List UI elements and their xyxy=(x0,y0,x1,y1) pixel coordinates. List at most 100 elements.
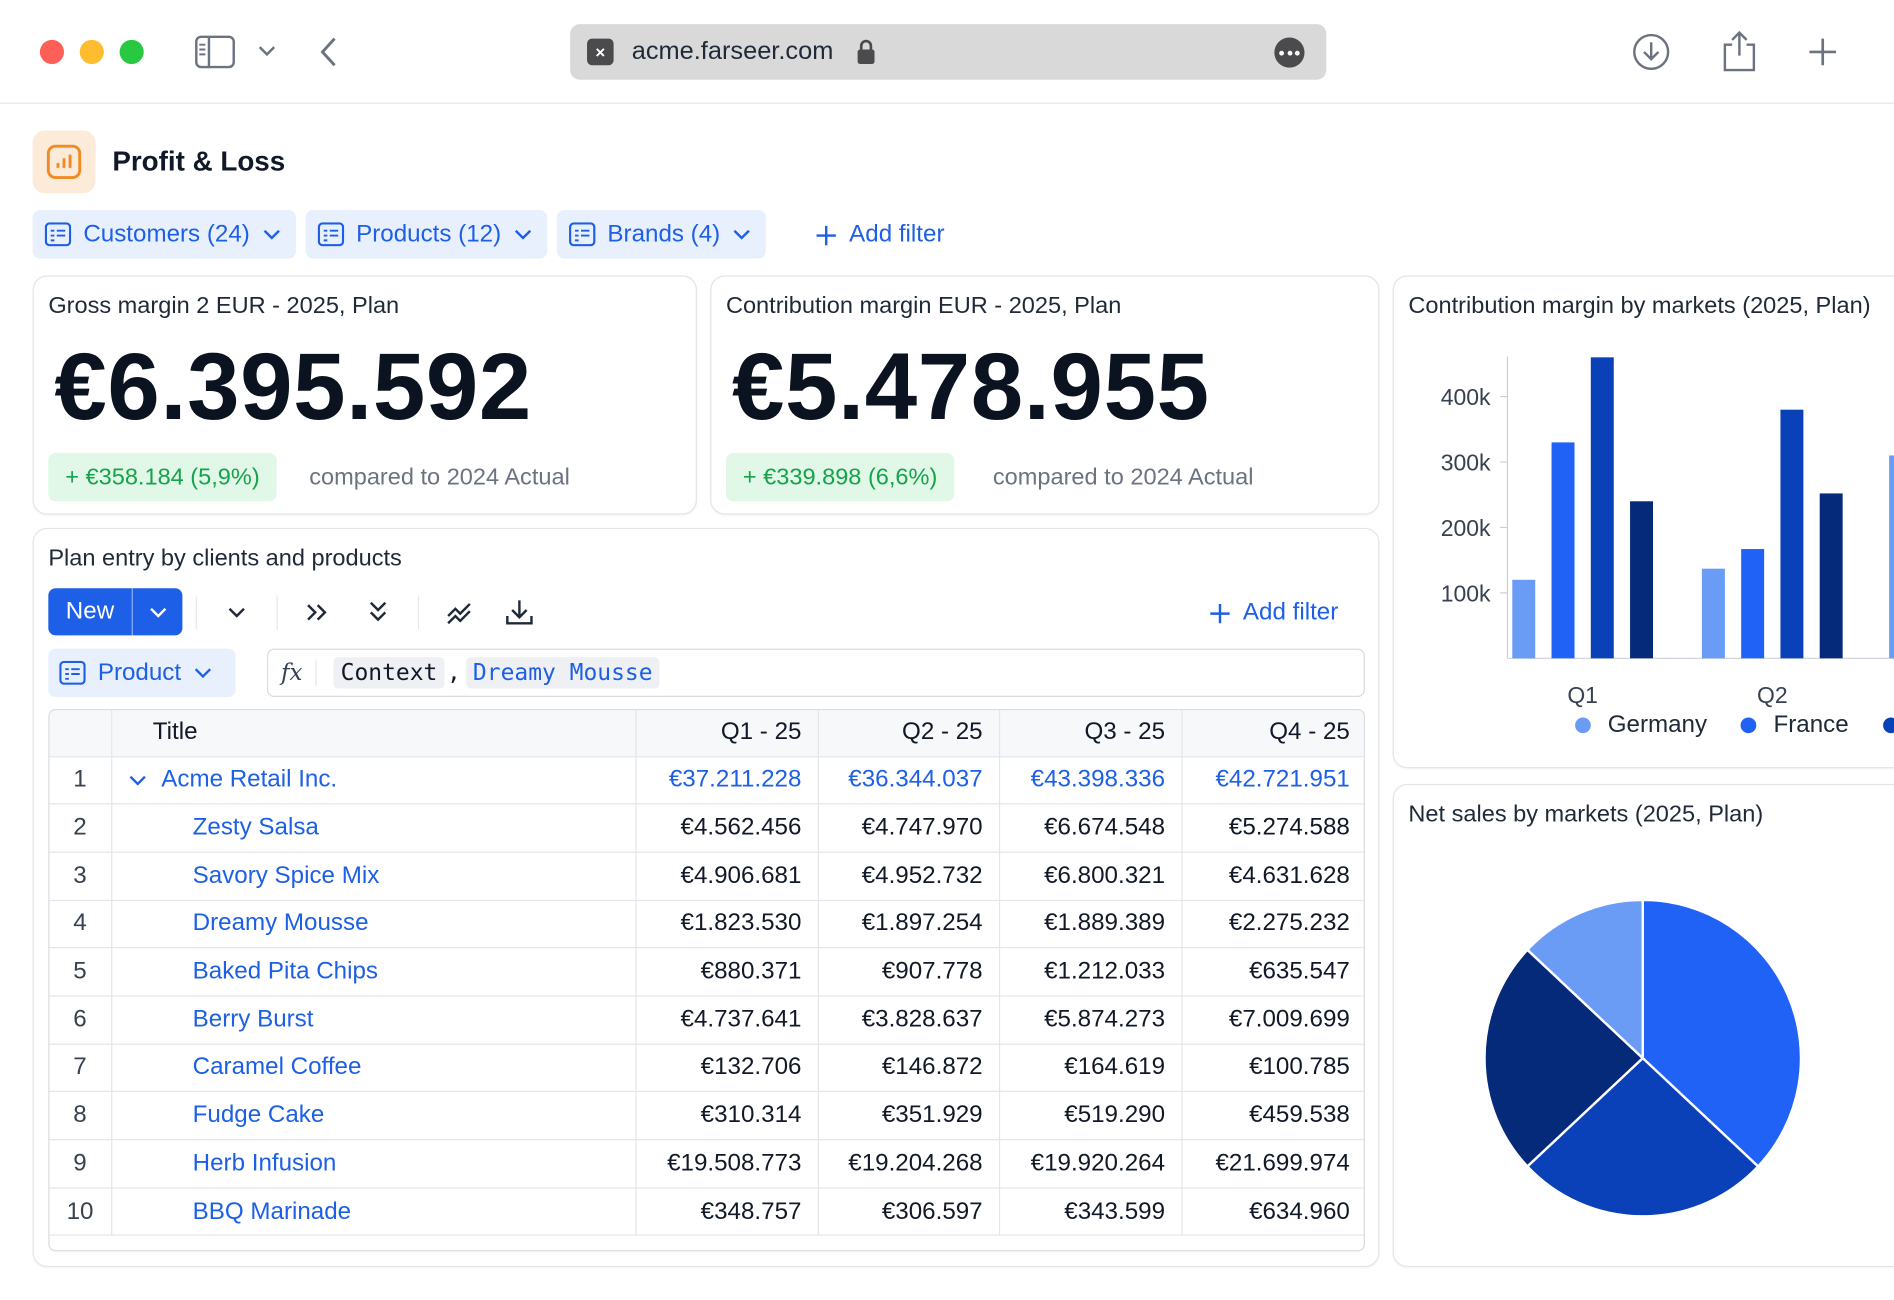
value-cell-q4[interactable]: €459.538 xyxy=(1181,1091,1364,1141)
table-header-q2[interactable]: Q2 - 25 xyxy=(817,710,1000,757)
value-cell-q3[interactable]: €1.212.033 xyxy=(998,947,1182,997)
value-cell-q4[interactable]: €5.274.588 xyxy=(1181,804,1364,853)
value-cell-q4[interactable]: €4.631.628 xyxy=(1181,852,1364,901)
back-icon[interactable] xyxy=(316,35,340,69)
row-title-cell[interactable]: Fudge Cake xyxy=(111,1091,636,1141)
table-row[interactable]: 4 Dreamy Mousse €1.823.530 €1.897.254 €1.889… xyxy=(49,899,1364,949)
table-row[interactable]: 1 Acme Retail Inc. €37.211.228 €36.344.037 €… xyxy=(49,756,1364,805)
formula-bar[interactable]: fx Context , Dreamy Mousse xyxy=(266,648,1365,697)
row-title-cell[interactable]: Zesty Salsa xyxy=(111,804,636,853)
value-cell-q2[interactable]: €36.344.037 xyxy=(817,756,1000,805)
value-cell-q2[interactable]: €907.778 xyxy=(817,947,1000,997)
value-cell-q2[interactable]: €4.952.732 xyxy=(817,852,1000,901)
chevron-down-icon[interactable] xyxy=(256,42,278,59)
value-cell-q1[interactable]: €19.508.773 xyxy=(635,1139,819,1189)
bar-q1-series-3[interactable] xyxy=(1590,357,1614,659)
legend-item-more[interactable] xyxy=(1882,711,1894,739)
bar-q2-series-2[interactable] xyxy=(1741,549,1765,659)
row-title-cell[interactable]: Dreamy Mousse xyxy=(111,899,636,949)
value-cell-q2[interactable]: €146.872 xyxy=(817,1043,1000,1093)
bar-q3-series-1[interactable] xyxy=(1889,455,1894,659)
maximize-window-button[interactable] xyxy=(119,39,144,65)
expand-rows-button[interactable] xyxy=(361,595,395,629)
new-tab-icon[interactable] xyxy=(1806,35,1840,69)
value-cell-q2[interactable]: €19.204.268 xyxy=(817,1139,1000,1189)
table-row[interactable]: 7 Caramel Coffee €132.706 €146.872 €164.619 €… xyxy=(49,1043,1364,1093)
table-header-q1[interactable]: Q1 - 25 xyxy=(635,710,819,757)
bar-q2-series-1[interactable] xyxy=(1701,568,1725,659)
bar-q1-series-4[interactable] xyxy=(1630,501,1654,659)
value-cell-q2[interactable]: €4.747.970 xyxy=(817,804,1000,853)
bar-q1-series-2[interactable] xyxy=(1551,442,1575,659)
row-title-cell[interactable]: Caramel Coffee xyxy=(111,1043,636,1093)
value-cell-q3[interactable]: €19.920.264 xyxy=(998,1139,1182,1189)
value-cell-q1[interactable]: €310.314 xyxy=(635,1091,819,1141)
table-row[interactable]: 2 Zesty Salsa €4.562.456 €4.747.970 €6.674.5… xyxy=(49,804,1364,853)
value-cell-q1[interactable]: €4.737.641 xyxy=(635,995,819,1045)
value-cell-q2[interactable]: €1.897.254 xyxy=(817,899,1000,949)
value-cell-q3[interactable]: €1.889.389 xyxy=(998,899,1182,949)
row-title-cell[interactable]: Savory Spice Mix xyxy=(111,852,636,901)
value-cell-q2[interactable]: €351.929 xyxy=(817,1091,1000,1141)
value-cell-q4[interactable]: €2.275.232 xyxy=(1181,899,1364,949)
table-row[interactable]: 6 Berry Burst €4.737.641 €3.828.637 €5.874.2… xyxy=(49,995,1364,1045)
share-icon[interactable] xyxy=(1721,29,1757,72)
address-bar[interactable]: × acme.farseer.com xyxy=(570,24,1327,80)
row-title-cell[interactable]: Herb Infusion xyxy=(111,1139,636,1189)
table-header-title[interactable]: Title xyxy=(111,710,636,757)
value-cell-q4[interactable]: €634.960 xyxy=(1181,1187,1364,1237)
row-title-cell[interactable]: Berry Burst xyxy=(111,995,636,1045)
value-cell-q3[interactable]: €43.398.336 xyxy=(998,756,1182,805)
value-cell-q2[interactable]: €306.597 xyxy=(817,1187,1000,1237)
table-header-q3[interactable]: Q3 - 25 xyxy=(998,710,1182,757)
new-button[interactable]: New xyxy=(48,588,133,636)
row-title-cell[interactable]: Acme Retail Inc. xyxy=(111,756,636,805)
expand-columns-button[interactable] xyxy=(301,595,335,629)
legend-item-germany[interactable]: Germany xyxy=(1575,711,1707,739)
collapse-button[interactable] xyxy=(220,595,254,629)
export-button[interactable] xyxy=(502,595,536,629)
table-row[interactable]: 9 Herb Infusion €19.508.773 €19.204.268 €19.… xyxy=(49,1139,1364,1189)
row-title-cell[interactable]: Baked Pita Chips xyxy=(111,947,636,997)
filter-chip-customers[interactable]: Customers (24) xyxy=(32,210,296,259)
value-cell-q1[interactable]: €1.823.530 xyxy=(635,899,819,949)
value-cell-q3[interactable]: €519.290 xyxy=(998,1091,1182,1141)
value-cell-q2[interactable]: €3.828.637 xyxy=(817,995,1000,1045)
value-cell-q3[interactable]: €5.874.273 xyxy=(998,995,1182,1045)
value-cell-q4[interactable]: €7.009.699 xyxy=(1181,995,1364,1045)
value-cell-q4[interactable]: €21.699.974 xyxy=(1181,1139,1364,1189)
value-cell-q3[interactable]: €6.674.548 xyxy=(998,804,1182,853)
row-title-cell[interactable]: BBQ Marinade xyxy=(111,1187,636,1237)
sidebar-toggle-icon[interactable] xyxy=(194,35,235,69)
value-cell-q1[interactable]: €37.211.228 xyxy=(635,756,819,805)
value-cell-q1[interactable]: €132.706 xyxy=(635,1043,819,1093)
more-icon[interactable] xyxy=(1274,37,1305,68)
download-icon[interactable] xyxy=(1632,33,1671,72)
table-row[interactable]: 8 Fudge Cake €310.314 €351.929 €519.290 €459.… xyxy=(49,1091,1364,1141)
add-filter-button[interactable]: Add filter xyxy=(815,221,945,249)
chevron-down-icon[interactable] xyxy=(127,773,146,787)
table-header-q4[interactable]: Q4 - 25 xyxy=(1181,710,1364,757)
value-cell-q1[interactable]: €348.757 xyxy=(635,1187,819,1237)
add-filter-button[interactable]: Add filter xyxy=(1209,599,1338,627)
close-tab-icon[interactable]: × xyxy=(587,38,614,66)
value-cell-q4[interactable]: €100.785 xyxy=(1181,1043,1364,1093)
bar-q2-series-4[interactable] xyxy=(1819,493,1843,659)
new-dropdown-button[interactable] xyxy=(133,588,183,635)
minimize-window-button[interactable] xyxy=(79,39,104,65)
table-row[interactable]: 5 Baked Pita Chips €880.371 €907.778 €1.212.… xyxy=(49,947,1364,997)
value-cell-q1[interactable]: €4.562.456 xyxy=(635,804,819,853)
close-window-button[interactable] xyxy=(39,39,65,65)
trend-button[interactable] xyxy=(442,595,476,629)
dimension-chip-product[interactable]: Product xyxy=(48,648,236,697)
value-cell-q4[interactable]: €42.721.951 xyxy=(1181,756,1364,805)
legend-item-france[interactable]: France xyxy=(1740,711,1849,739)
value-cell-q1[interactable]: €4.906.681 xyxy=(635,852,819,901)
value-cell-q3[interactable]: €164.619 xyxy=(998,1043,1182,1093)
value-cell-q4[interactable]: €635.547 xyxy=(1181,947,1364,997)
bar-q2-series-3[interactable] xyxy=(1780,409,1804,659)
bar-q1-series-1[interactable] xyxy=(1512,579,1536,659)
filter-chip-products[interactable]: Products (12) xyxy=(305,210,548,259)
filter-chip-brands[interactable]: Brands (4) xyxy=(556,210,767,259)
table-row[interactable]: 10 BBQ Marinade €348.757 €306.597 €343.599 €6… xyxy=(49,1187,1364,1237)
